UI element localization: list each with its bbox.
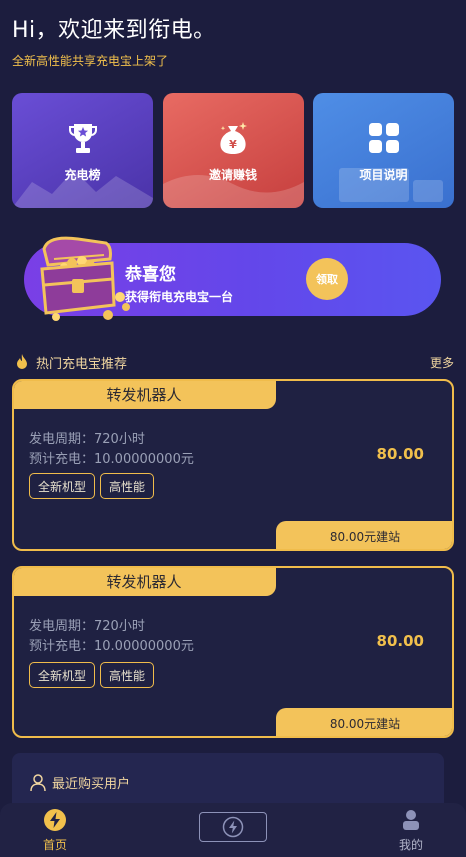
card-decoration bbox=[162, 175, 304, 208]
recent-buyers-title: 最近购买用户 bbox=[52, 777, 131, 792]
tag-high-performance: 高性能 bbox=[100, 662, 155, 688]
user-icon bbox=[30, 773, 46, 791]
product-cycle: 发电周期：720小时 bbox=[29, 619, 145, 634]
product-price: 80.00 bbox=[376, 632, 424, 650]
promo-banner: 恭喜您 获得衔电充电宝一台 领取 bbox=[24, 236, 441, 321]
project-info-card[interactable]: 项目说明 bbox=[313, 93, 454, 208]
product-expected: 预计充电：10.00000000元 bbox=[29, 452, 194, 467]
svg-text:¥: ¥ bbox=[229, 138, 237, 151]
trophy-icon bbox=[65, 120, 101, 156]
tab-mine-label: 我的 bbox=[398, 837, 423, 852]
page-title: Hi，欢迎来到衔电。 bbox=[12, 18, 216, 43]
product-card[interactable]: 转发机器人 发电周期：720小时 预计充电：10.00000000元 80.00… bbox=[12, 566, 454, 738]
treasure-chest-icon bbox=[40, 236, 130, 321]
product-cycle: 发电周期：720小时 bbox=[29, 432, 145, 447]
money-bag-icon: ¥ bbox=[215, 120, 251, 156]
product-expected: 预计充电：10.00000000元 bbox=[29, 639, 194, 654]
banner-text: 获得衔电充电宝一台 bbox=[125, 290, 234, 304]
buy-button[interactable]: 80.00元建站 bbox=[276, 708, 452, 736]
product-name: 转发机器人 bbox=[14, 568, 276, 596]
banner-title: 恭喜您 bbox=[125, 265, 176, 285]
product-name: 转发机器人 bbox=[14, 381, 276, 409]
tab-home[interactable]: 首页 bbox=[0, 808, 110, 853]
center-charge-button[interactable] bbox=[199, 812, 267, 842]
claim-button[interactable]: 领取 bbox=[306, 258, 348, 300]
lightning-icon bbox=[44, 808, 66, 831]
grid-icon bbox=[366, 120, 402, 156]
tag-new-model: 全新机型 bbox=[29, 662, 96, 688]
header: Hi，欢迎来到衔电。 全新高性能共享充电宝上架了 bbox=[12, 12, 216, 69]
section-header: 热门充电宝推荐 更多 bbox=[14, 352, 454, 372]
product-card[interactable]: 转发机器人 发电周期：720小时 预计充电：10.00000000元 80.00… bbox=[12, 379, 454, 551]
more-link[interactable]: 更多 bbox=[430, 354, 454, 371]
product-tags: 全新机型 高性能 bbox=[29, 473, 155, 499]
charging-rank-card[interactable]: 充电榜 bbox=[12, 93, 153, 208]
feature-row: 充电榜 ¥ 邀请赚钱 bbox=[12, 93, 454, 208]
product-tags: 全新机型 高性能 bbox=[29, 662, 155, 688]
tab-mine[interactable]: 我的 bbox=[356, 808, 466, 853]
buy-button[interactable]: 80.00元建站 bbox=[276, 521, 452, 549]
profile-icon bbox=[403, 809, 419, 830]
fire-icon bbox=[17, 354, 27, 369]
bottom-tab-bar: 首页 我的 bbox=[0, 803, 466, 857]
page-subtitle: 全新高性能共享充电宝上架了 bbox=[12, 54, 169, 68]
lightning-icon bbox=[222, 816, 244, 838]
tag-new-model: 全新机型 bbox=[29, 473, 96, 499]
card-decoration bbox=[12, 170, 153, 208]
invite-earn-card[interactable]: ¥ 邀请赚钱 bbox=[162, 93, 304, 208]
card-decoration bbox=[339, 168, 443, 202]
product-price: 80.00 bbox=[376, 445, 424, 463]
tab-home-label: 首页 bbox=[42, 837, 67, 852]
section-title: 热门充电宝推荐 bbox=[36, 356, 128, 372]
tag-high-performance: 高性能 bbox=[100, 473, 155, 499]
